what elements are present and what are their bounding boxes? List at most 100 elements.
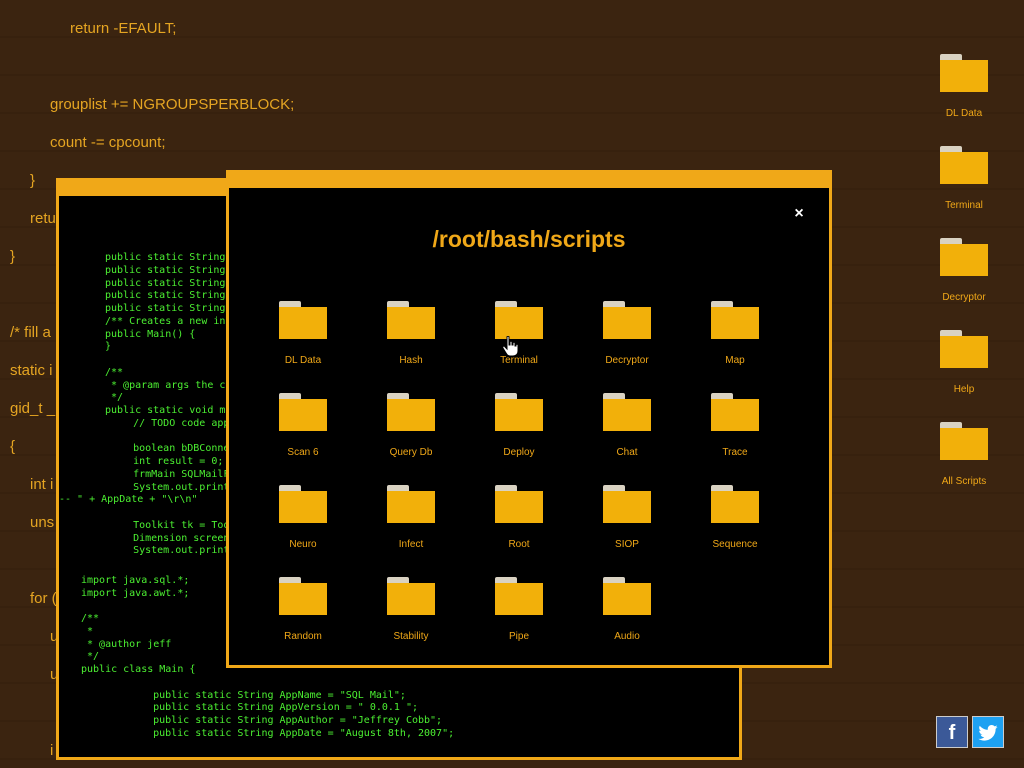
folder-desktop-help[interactable]: Help (924, 330, 1004, 410)
terminal-line: System.out.print (109, 481, 230, 493)
folder-label: SIOP (615, 539, 639, 550)
folder-pipe[interactable]: Pipe (474, 577, 564, 649)
folder-label: Audio (614, 631, 640, 642)
folder-icon (387, 301, 435, 339)
background-code-line: int i (30, 476, 54, 493)
terminal-line: public static String (105, 290, 226, 302)
background-code-line: gid_t _ (10, 400, 56, 417)
folder-icon (940, 146, 988, 184)
background-code-line: } (30, 172, 36, 189)
folder-label: Stability (393, 631, 429, 642)
background-code-line: i (50, 742, 54, 759)
terminal-line: public class Main { (81, 664, 196, 675)
folder-stability[interactable]: Stability (366, 577, 456, 649)
twitter-button[interactable] (972, 716, 1004, 748)
folder-infect[interactable]: Infect (366, 485, 456, 557)
folder-icon (279, 577, 327, 615)
folder-root[interactable]: Root (474, 485, 564, 557)
folder-label: Terminal (945, 200, 983, 211)
folder-label: Hash (399, 355, 423, 366)
folder-label: Pipe (508, 631, 529, 642)
terminal-line: public Main() { (105, 328, 196, 340)
folder-label: Query Db (389, 447, 433, 458)
folder-label: Chat (616, 447, 638, 458)
terminal-line: public static String (105, 264, 226, 276)
folder-desktop-decryptor[interactable]: Decryptor (924, 238, 1004, 318)
terminal-line: public static String (105, 277, 226, 289)
folder-icon (940, 422, 988, 460)
folder-siop[interactable]: SIOP (582, 485, 672, 557)
folder-hash[interactable]: Hash (366, 301, 456, 373)
folder-trace[interactable]: Trace (690, 393, 780, 465)
terminal-line: System.out.print (109, 545, 230, 557)
terminal-line: public static String AppAuthor = "Jeffre… (129, 715, 443, 726)
folder-label: Map (725, 355, 745, 366)
background-code-line: count -= cpcount; (50, 134, 166, 151)
folder-desktop-all-scripts[interactable]: All Scripts (924, 422, 1004, 502)
folder-dl-data[interactable]: DL Data (258, 301, 348, 373)
terminal-line: /** (105, 366, 124, 378)
terminal-line: // TODO code app (109, 417, 230, 429)
terminal-line: public static String AppDate = "August 8… (129, 727, 455, 739)
folder-label: Infect (398, 539, 424, 550)
folder-icon (279, 393, 327, 431)
folder-deploy[interactable]: Deploy (474, 393, 564, 465)
folder-icon (387, 485, 435, 523)
folder-label: Deploy (503, 447, 535, 458)
folder-scan-6[interactable]: Scan 6 (258, 393, 348, 465)
terminal-line: public static void m (105, 405, 226, 416)
terminal-line: int result = 0; (109, 456, 224, 467)
folder-label: All Scripts (941, 476, 987, 487)
terminal-line: * @param args the c (105, 379, 226, 391)
terminal-line: public static String AppName = "SQL Mail… (129, 689, 406, 701)
folder-icon (387, 393, 435, 431)
folder-icon (711, 485, 759, 523)
terminal-line: boolean bDBConne (109, 443, 230, 455)
terminal-line: public static String (105, 252, 226, 263)
background-code-line: static i (10, 362, 53, 379)
folder-icon (495, 577, 543, 615)
facebook-button[interactable]: f (936, 716, 968, 748)
folder-icon (603, 485, 651, 523)
folder-icon (495, 393, 543, 431)
folder-browser-modal: /root/bash/scripts × DL Data Hash Terminal… (226, 170, 832, 668)
folder-grid: DL Data Hash Terminal Decryptor Map Scan 6 Que… (229, 188, 829, 668)
terminal-line: frmMain SQLMailF (109, 468, 230, 480)
hand-cursor-icon (502, 336, 518, 356)
background-code-line: } (10, 248, 16, 265)
folder-decryptor[interactable]: Decryptor (582, 301, 672, 373)
terminal-line: import java.awt.*; (81, 587, 190, 599)
background-code-line: { (10, 438, 16, 455)
folder-label: DL Data (945, 108, 983, 119)
background-code-line: grouplist += NGROUPSPERBLOCK; (50, 96, 295, 113)
folder-query-db[interactable]: Query Db (366, 393, 456, 465)
terminal-line: public static String AppVersion = " 0.0.… (129, 702, 418, 714)
folder-label: Decryptor (605, 355, 649, 366)
folder-map[interactable]: Map (690, 301, 780, 373)
background-code-line: return -EFAULT; (70, 20, 177, 37)
folder-label: Trace (722, 447, 748, 458)
folder-icon (940, 330, 988, 368)
folder-label: Sequence (712, 539, 758, 550)
folder-sequence[interactable]: Sequence (690, 485, 780, 557)
background-code-line: for ( (30, 590, 57, 607)
folder-neuro[interactable]: Neuro (258, 485, 348, 557)
folder-terminal[interactable]: Terminal (474, 301, 564, 373)
terminal-line: } (105, 341, 112, 353)
folder-icon (495, 301, 543, 339)
folder-random[interactable]: Random (258, 577, 348, 649)
terminal-line: */ (105, 392, 124, 404)
folder-desktop-terminal[interactable]: Terminal (924, 146, 1004, 226)
folder-chat[interactable]: Chat (582, 393, 672, 465)
folder-label: Decryptor (942, 292, 986, 303)
folder-desktop-dl-data[interactable]: DL Data (924, 54, 1004, 134)
terminal-line: /** Creates a new in (105, 315, 226, 327)
terminal-line: /** (81, 613, 100, 624)
folder-label: Help (953, 384, 975, 395)
terminal-line: */ (81, 651, 100, 663)
folder-icon (279, 485, 327, 523)
folder-icon (940, 238, 988, 276)
terminal-line: * (81, 625, 94, 637)
folder-audio[interactable]: Audio (582, 577, 672, 649)
folder-icon (711, 301, 759, 339)
